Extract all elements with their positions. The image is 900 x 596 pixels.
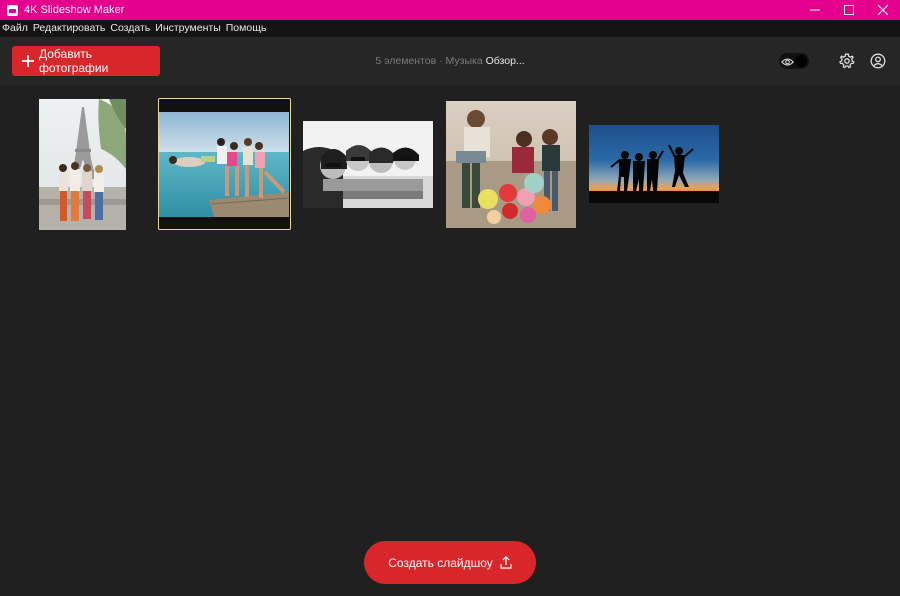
photo-thumbnail[interactable] bbox=[446, 101, 576, 228]
menu-edit[interactable]: Редактировать bbox=[31, 20, 109, 37]
items-count: 5 элементов bbox=[375, 55, 437, 67]
toggle-knob bbox=[795, 55, 807, 67]
menu-help[interactable]: Помощь bbox=[224, 20, 270, 37]
toolbar-icons bbox=[779, 53, 886, 69]
close-icon[interactable] bbox=[866, 0, 900, 20]
menu-bar: Файл Редактировать Создать Инструменты П… bbox=[0, 20, 900, 37]
photo-thumbnail[interactable] bbox=[303, 121, 433, 208]
gear-icon[interactable] bbox=[839, 53, 855, 69]
photo-thumbnail[interactable] bbox=[589, 125, 719, 203]
music-label: Музыка bbox=[445, 55, 483, 67]
toolbar: Добавить фотографии 5 элементов · Музыка… bbox=[0, 37, 900, 85]
photo-thumbnail-selected[interactable] bbox=[158, 98, 291, 230]
menu-tools[interactable]: Инструменты bbox=[153, 20, 223, 37]
title-bar: 4K Slideshow Maker bbox=[0, 0, 900, 20]
project-info: 5 элементов · Музыка Обзор... bbox=[0, 55, 900, 67]
menu-file[interactable]: Файл bbox=[0, 20, 31, 37]
music-browse-link[interactable]: Обзор... bbox=[486, 55, 525, 67]
menu-create[interactable]: Создать bbox=[108, 20, 153, 37]
preview-toggle[interactable] bbox=[779, 53, 809, 69]
upload-icon bbox=[500, 556, 512, 569]
photo-thumbnail[interactable] bbox=[39, 99, 126, 230]
eye-icon bbox=[781, 55, 794, 73]
app-logo-icon bbox=[7, 4, 18, 16]
info-separator: · bbox=[436, 55, 446, 67]
maximize-icon[interactable] bbox=[832, 0, 866, 20]
window-title: 4K Slideshow Maker bbox=[24, 4, 125, 16]
account-icon[interactable] bbox=[870, 53, 886, 69]
create-slideshow-button[interactable]: Создать слайдшоу bbox=[364, 541, 536, 584]
create-slideshow-label: Создать слайдшоу bbox=[388, 555, 493, 570]
window-controls bbox=[798, 0, 900, 20]
minimize-icon[interactable] bbox=[798, 0, 832, 20]
